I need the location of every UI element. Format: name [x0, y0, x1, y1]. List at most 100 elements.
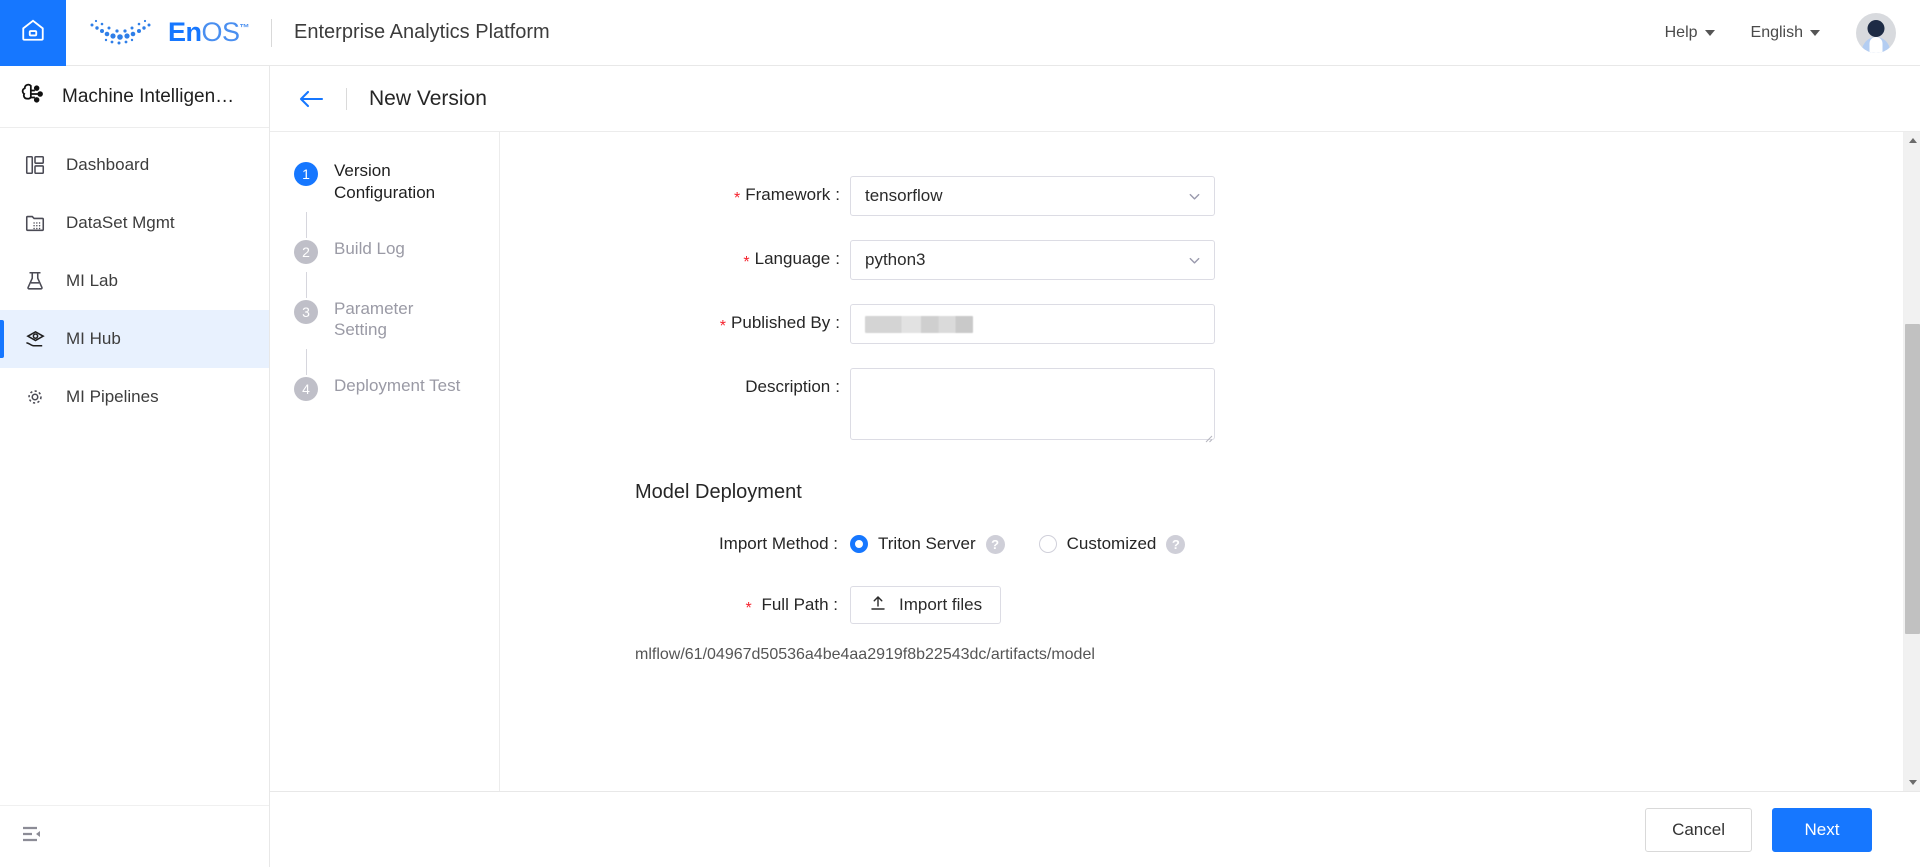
- footer-actions: Cancel Next: [270, 791, 1920, 867]
- import-files-button[interactable]: Import files: [850, 586, 1002, 624]
- scrollbar-thumb[interactable]: [1905, 324, 1920, 634]
- sidebar-item-mi-hub[interactable]: MI Hub: [0, 310, 269, 368]
- language-label-text: Language: [754, 249, 831, 268]
- sidebar-nav: Dashboard DataSet Mgmt MI Lab MI Hub MI …: [0, 128, 269, 426]
- sidebar-item-dataset-mgmt[interactable]: DataSet Mgmt: [0, 194, 269, 252]
- full-path-value: mlflow/61/04967d50536a4be4aa2919f8b22543…: [635, 646, 1095, 663]
- description-wrapper: [850, 368, 1215, 445]
- chevron-down-icon: [1187, 253, 1202, 268]
- sidebar-item-mi-pipelines[interactable]: MI Pipelines: [0, 368, 269, 426]
- chevron-down-icon: [1908, 780, 1917, 785]
- sidebar-item-label: MI Lab: [66, 271, 118, 290]
- sidebar-item-label: MI Pipelines: [66, 387, 159, 406]
- step-number: 3: [294, 299, 318, 324]
- step-wizard: 1 Version Configuration 2 Build Log 3 Pa…: [270, 132, 500, 791]
- sidebar-item-label: MI Hub: [66, 329, 121, 348]
- chevron-up-icon: [1908, 138, 1917, 143]
- radio-triton-server[interactable]: Triton Server ?: [850, 534, 1005, 554]
- required-indicator: *: [743, 254, 750, 271]
- description-input[interactable]: [850, 368, 1215, 440]
- framework-value: tensorflow: [865, 186, 943, 205]
- step-number: 4: [294, 377, 318, 401]
- language-menu[interactable]: English: [1751, 24, 1820, 42]
- page-header: New Version: [270, 66, 1920, 132]
- brand-os: OS: [201, 17, 241, 47]
- framework-label-text: Framework: [745, 185, 831, 204]
- framework-select[interactable]: tensorflow: [850, 176, 1215, 216]
- sidebar-app-name: Machine Intelligen…: [62, 85, 235, 107]
- sidebar: Machine Intelligen… Dashboard DataSet Mg…: [0, 66, 270, 867]
- radio-indicator-selected: [850, 535, 868, 553]
- field-published-by: * Published By :: [510, 304, 1920, 344]
- home-button[interactable]: [0, 0, 66, 66]
- required-indicator: *: [719, 318, 727, 335]
- import-method-label-text: Import Method: [718, 534, 829, 553]
- flask-icon: [22, 268, 48, 294]
- avatar[interactable]: [1856, 12, 1896, 53]
- step-label: Deployment Test: [334, 376, 461, 395]
- step-parameter-setting[interactable]: 3 Parameter Setting: [294, 298, 499, 350]
- description-label: Description :: [745, 377, 840, 396]
- step-number: 1: [294, 162, 318, 186]
- language-select[interactable]: python3: [850, 240, 1215, 280]
- field-import-method: Import Method : Triton Server ? Customiz…: [510, 534, 1920, 554]
- next-button[interactable]: Next: [1772, 807, 1872, 852]
- enos-swoosh-icon: [90, 19, 151, 44]
- back-arrow-icon[interactable]: [298, 88, 324, 110]
- chevron-down-icon: [1704, 29, 1715, 36]
- step-label: Build Log: [334, 238, 405, 258]
- full-path-label-text: Full Path: [761, 595, 829, 614]
- page-title: New Version: [369, 86, 487, 110]
- collapse-sidebar-icon[interactable]: [20, 822, 44, 851]
- sidebar-item-dashboard[interactable]: Dashboard: [0, 136, 269, 194]
- help-icon[interactable]: ?: [1166, 534, 1186, 554]
- scroll-up-button[interactable]: [1904, 132, 1920, 149]
- sidebar-app-header[interactable]: Machine Intelligen…: [0, 66, 269, 128]
- help-menu-label: Help: [1664, 23, 1698, 41]
- field-framework: * Framework : tensorflow: [510, 176, 1920, 216]
- brand-en: En: [168, 17, 202, 47]
- scroll-down-button[interactable]: [1904, 774, 1920, 791]
- home-icon: [20, 17, 46, 48]
- language-value: python3: [865, 250, 926, 269]
- vertical-scrollbar[interactable]: [1903, 132, 1920, 791]
- sidebar-item-label: DataSet Mgmt: [66, 213, 175, 232]
- enos-logo: EnOS™: [86, 16, 250, 50]
- main-panel: New Version 1 Version Configuration 2 Bu…: [270, 66, 1920, 867]
- brand: EnOS™ Enterprise Analytics Platform: [86, 16, 550, 50]
- required-indicator: *: [745, 600, 752, 617]
- published-by-label: * Published By :: [719, 313, 840, 335]
- step-build-log[interactable]: 2 Build Log: [294, 238, 499, 272]
- help-icon[interactable]: ?: [985, 534, 1005, 554]
- scrollbar-track[interactable]: [1904, 149, 1920, 774]
- sidebar-footer: [0, 805, 269, 867]
- published-by-input[interactable]: [850, 304, 1215, 344]
- form-scroll-content: * Framework : tensorflow * Language: py…: [500, 176, 1920, 664]
- field-full-path: * Full Path : Import files: [510, 586, 1920, 624]
- avatar-body-shape: [1862, 36, 1890, 53]
- header-right-controls: Help English: [1665, 12, 1896, 53]
- field-description: Description :: [510, 368, 1920, 445]
- required-indicator: *: [734, 190, 741, 207]
- chevron-down-icon: [1187, 189, 1202, 204]
- dataset-icon: [22, 210, 48, 236]
- framework-label: * Framework :: [734, 185, 840, 207]
- import-method-label: Import Method :: [718, 534, 838, 553]
- full-path-label: * Full Path :: [745, 595, 838, 617]
- top-header: EnOS™ Enterprise Analytics Platform Help…: [0, 0, 1920, 66]
- language-menu-label: English: [1750, 23, 1803, 41]
- chevron-down-icon: [1810, 29, 1820, 36]
- redacted-value: [865, 315, 973, 333]
- help-menu[interactable]: Help: [1665, 24, 1715, 42]
- cancel-button[interactable]: Cancel: [1645, 807, 1752, 852]
- radio-customized[interactable]: Customized ?: [1038, 534, 1186, 554]
- machine-intelligence-icon: [18, 80, 46, 113]
- step-version-configuration[interactable]: 1 Version Configuration: [294, 160, 499, 212]
- sidebar-item-label: Dashboard: [66, 155, 150, 174]
- description-label-text: Description: [745, 377, 831, 396]
- brand-tm: ™: [239, 23, 250, 34]
- published-by-label-text: Published By: [731, 313, 831, 332]
- step-deployment-test[interactable]: 4 Deployment Test: [294, 375, 499, 409]
- sidebar-item-mi-lab[interactable]: MI Lab: [0, 252, 269, 310]
- form-area: * Framework : tensorflow * Language: py…: [500, 132, 1920, 791]
